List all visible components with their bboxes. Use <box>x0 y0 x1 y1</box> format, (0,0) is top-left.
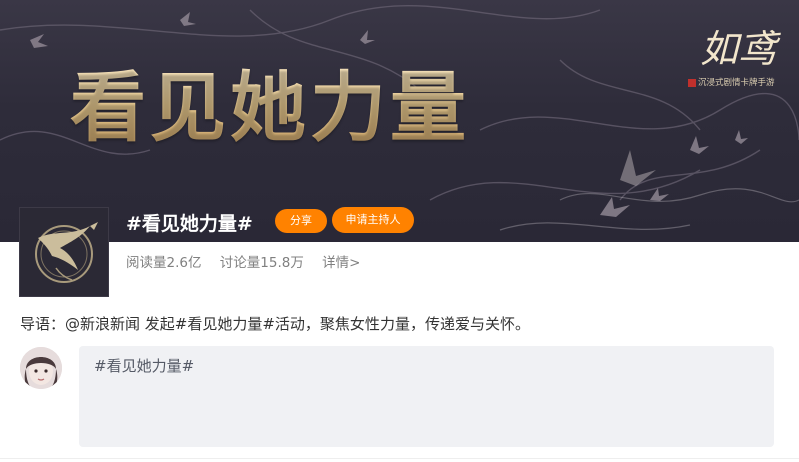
banner-headline: 看见她力量 <box>70 46 470 156</box>
topic-avatar <box>19 207 109 297</box>
discussion-count: 讨论量15.8万 <box>219 255 304 271</box>
share-button[interactable]: 分享 <box>275 209 327 233</box>
bird-emblem-icon <box>35 222 98 283</box>
brand-logo: 如鸢 沉浸式剧情卡牌手游 <box>688 18 788 92</box>
user-avatar-image <box>20 347 62 389</box>
divider <box>0 458 799 459</box>
brand-logo-text: 如鸢 <box>699 27 776 71</box>
topic-intro: 导语：@新浪新闻 发起#看见她力量#活动，聚焦女性力量，传递爱与关怀。 <box>20 313 530 334</box>
sponsor-link[interactable]: @新浪新闻 <box>65 315 140 333</box>
user-avatar[interactable] <box>20 347 62 389</box>
intro-prefix: 导语： <box>20 315 66 333</box>
brand-logo-subtitle: 沉浸式剧情卡牌手游 <box>688 76 798 88</box>
seal-icon <box>688 78 696 87</box>
topic-title: #看见她力量# <box>126 213 253 235</box>
topic-stats: 阅读量2.6亿 讨论量15.8万 详情> <box>126 251 374 271</box>
topic-banner: 看见她力量 如鸢 沉浸式剧情卡牌手游 <box>0 0 799 242</box>
read-count: 阅读量2.6亿 <box>126 255 202 271</box>
apply-host-button[interactable]: 申请主持人 <box>332 207 414 233</box>
compose-textarea[interactable]: #看见她力量# <box>79 346 774 447</box>
details-link[interactable]: 详情> <box>322 255 360 271</box>
brand-logo-subtitle-text: 沉浸式剧情卡牌手游 <box>698 78 775 88</box>
intro-text: 发起#看见她力量#活动，聚焦女性力量，传递爱与关怀。 <box>140 315 530 333</box>
